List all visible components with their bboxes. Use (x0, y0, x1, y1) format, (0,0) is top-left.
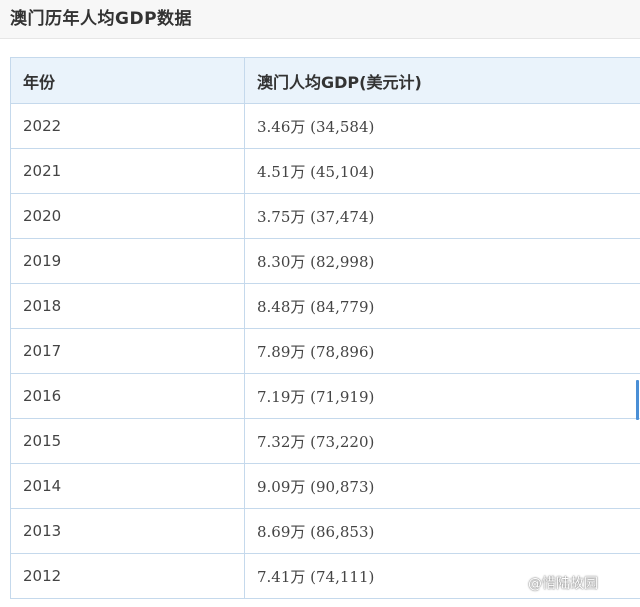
gdp-cell: 8.48万 (84,779) (244, 283, 640, 329)
table-row: 2013 8.69万 (86,853) (10, 508, 640, 554)
year-cell: 2020 (10, 193, 245, 239)
year-cell: 2021 (10, 148, 245, 194)
watermark-text: @惜陆故园 (528, 576, 598, 592)
gdp-cell: 8.30万 (82,998) (244, 238, 640, 284)
gdp-table: 年份 澳门人均GDP(美元计) 2022 3.46万 (34,584) 2021… (10, 57, 640, 599)
table-row: 2018 8.48万 (84,779) (10, 283, 640, 329)
year-cell: 2018 (10, 283, 245, 329)
year-cell: 2012 (10, 553, 245, 599)
table-row: 2016 7.19万 (71,919) (10, 373, 640, 419)
year-cell: 2022 (10, 103, 245, 149)
scroll-indicator[interactable] (636, 380, 639, 420)
table-row: 2021 4.51万 (45,104) (10, 148, 640, 194)
year-cell: 2013 (10, 508, 245, 554)
year-cell: 2017 (10, 328, 245, 374)
title-bar: 澳门历年人均GDP数据 (0, 0, 640, 39)
column-header-year: 年份 (10, 57, 245, 104)
gdp-cell: 4.51万 (45,104) (244, 148, 640, 194)
gdp-cell: 3.46万 (34,584) (244, 103, 640, 149)
year-cell: 2019 (10, 238, 245, 284)
gdp-cell: 8.69万 (86,853) (244, 508, 640, 554)
gdp-cell: 7.32万 (73,220) (244, 418, 640, 464)
table-row: 2014 9.09万 (90,873) (10, 463, 640, 509)
gdp-cell: 7.89万 (78,896) (244, 328, 640, 374)
table-row: 2015 7.32万 (73,220) (10, 418, 640, 464)
year-cell: 2016 (10, 373, 245, 419)
gdp-cell: 7.19万 (71,919) (244, 373, 640, 419)
table-header-row: 年份 澳门人均GDP(美元计) (10, 57, 640, 104)
table-row: 2020 3.75万 (37,474) (10, 193, 640, 239)
table-row: 2022 3.46万 (34,584) (10, 103, 640, 149)
table-row: 2017 7.89万 (78,896) (10, 328, 640, 374)
year-cell: 2015 (10, 418, 245, 464)
year-cell: 2014 (10, 463, 245, 509)
table-container: 年份 澳门人均GDP(美元计) 2022 3.46万 (34,584) 2021… (10, 57, 640, 599)
gdp-cell: 3.75万 (37,474) (244, 193, 640, 239)
gdp-cell: 9.09万 (90,873) (244, 463, 640, 509)
column-header-gdp: 澳门人均GDP(美元计) (244, 57, 640, 104)
table-row: 2019 8.30万 (82,998) (10, 238, 640, 284)
page-title: 澳门历年人均GDP数据 (10, 9, 193, 29)
